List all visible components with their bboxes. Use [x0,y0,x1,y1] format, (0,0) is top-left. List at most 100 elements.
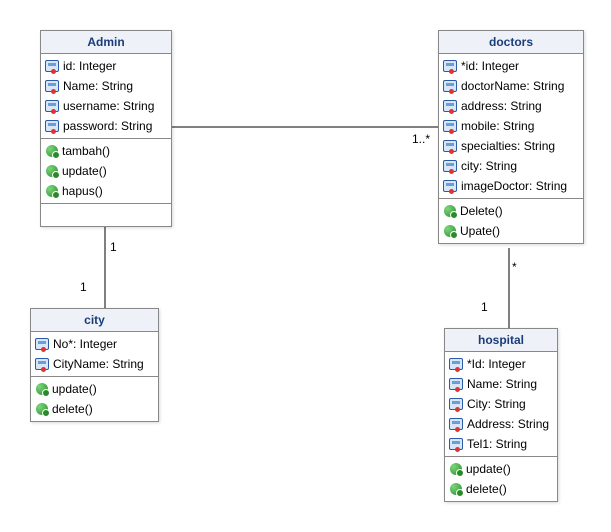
method-text: Upate() [460,223,500,239]
attr-text: No*: Integer [53,336,117,352]
attribute-icon [443,80,457,92]
method-text: tambah() [62,143,110,159]
attribute-icon [45,120,59,132]
attribute-icon [449,418,463,430]
attr-row: id: Integer [41,56,171,76]
method-icon [444,205,456,217]
mult-hospital-side: 1 [481,300,488,314]
method-row: Delete() [439,201,583,221]
attr-text: Tel1: String [467,436,527,452]
attr-text: City: String [467,396,526,412]
attr-row: doctorName: String [439,76,583,96]
method-icon [46,185,58,197]
method-row: Upate() [439,221,583,241]
attribute-icon [443,120,457,132]
attr-row: specialties: String [439,136,583,156]
attribute-icon [443,100,457,112]
attr-text: Address: String [467,416,549,432]
attribute-icon [449,378,463,390]
method-text: update() [466,461,511,477]
method-icon [444,225,456,237]
method-row: update() [41,161,171,181]
attribute-icon [443,160,457,172]
class-admin-title: Admin [41,31,171,54]
method-text: update() [62,163,107,179]
attr-row: mobile: String [439,116,583,136]
method-text: delete() [52,401,93,417]
method-text: delete() [466,481,507,497]
method-row: update() [31,379,158,399]
class-hospital-title: hospital [445,329,557,352]
class-admin: Admin id: Integer Name: String username:… [40,30,172,227]
attr-row: Name: String [445,374,557,394]
attr-text: city: String [461,158,517,174]
method-row: tambah() [41,141,171,161]
class-doctors-methods: Delete() Upate() [439,199,583,243]
method-row: delete() [445,479,557,499]
class-doctors-title: doctors [439,31,583,54]
attr-row: imageDoctor: String [439,176,583,196]
attr-text: specialties: String [461,138,555,154]
attribute-icon [45,80,59,92]
attr-row: Address: String [445,414,557,434]
mult-city-side: 1 [80,280,87,294]
attr-row: address: String [439,96,583,116]
method-icon [36,403,48,415]
class-admin-attrs: id: Integer Name: String username: Strin… [41,54,171,139]
class-city-methods: update() delete() [31,377,158,421]
class-admin-empty [41,204,171,226]
method-icon [450,463,462,475]
attribute-icon [443,140,457,152]
method-icon [450,483,462,495]
attr-text: username: String [63,98,154,114]
attribute-icon [443,180,457,192]
class-city-attrs: No*: Integer CityName: String [31,332,158,377]
attr-text: imageDoctor: String [461,178,567,194]
attr-row: Name: String [41,76,171,96]
method-text: update() [52,381,97,397]
method-row: update() [445,459,557,479]
attr-row: *id: Integer [439,56,583,76]
attr-text: *id: Integer [461,58,519,74]
attribute-icon [449,358,463,370]
attribute-icon [35,358,49,370]
attr-text: mobile: String [461,118,534,134]
method-icon [46,145,58,157]
attr-text: id: Integer [63,58,116,74]
method-text: Delete() [460,203,503,219]
class-hospital: hospital *Id: Integer Name: String City:… [444,328,558,502]
attr-row: CityName: String [31,354,158,374]
attr-text: Name: String [467,376,537,392]
attr-text: doctorName: String [461,78,564,94]
attr-row: City: String [445,394,557,414]
attr-text: address: String [461,98,542,114]
attribute-icon [449,398,463,410]
class-city: city No*: Integer CityName: String updat… [30,308,159,422]
attr-row: *Id: Integer [445,354,557,374]
attr-row: No*: Integer [31,334,158,354]
attr-row: username: String [41,96,171,116]
attr-row: Tel1: String [445,434,557,454]
class-admin-methods: tambah() update() hapus() [41,139,171,204]
method-text: hapus() [62,183,103,199]
class-doctors: doctors *id: Integer doctorName: String … [438,30,584,244]
method-row: hapus() [41,181,171,201]
attribute-icon [443,60,457,72]
attribute-icon [35,338,49,350]
attribute-icon [449,438,463,450]
attribute-icon [45,60,59,72]
class-hospital-methods: update() delete() [445,457,557,501]
mult-doctors-side: * [512,260,517,274]
method-row: delete() [31,399,158,419]
method-icon [46,165,58,177]
attr-row: password: String [41,116,171,136]
attr-text: *Id: Integer [467,356,526,372]
attr-text: CityName: String [53,356,144,372]
mult-admin-doctors: 1..* [412,132,430,146]
mult-admin-side: 1 [110,240,117,254]
class-city-title: city [31,309,158,332]
attribute-icon [45,100,59,112]
attr-row: city: String [439,156,583,176]
class-doctors-attrs: *id: Integer doctorName: String address:… [439,54,583,199]
method-icon [36,383,48,395]
